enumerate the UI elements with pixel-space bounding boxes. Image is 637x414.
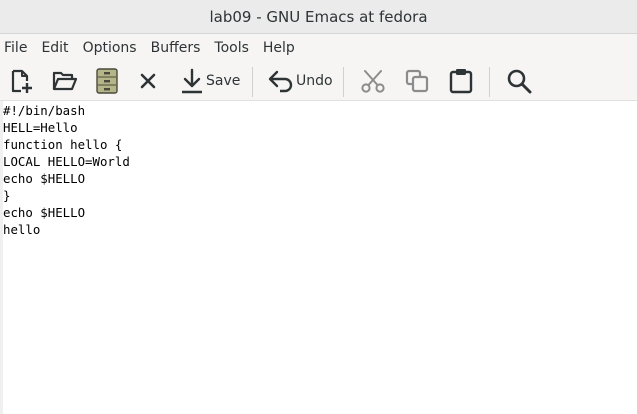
close-buffer-button[interactable]	[140, 62, 156, 100]
undo-label: Undo	[296, 73, 333, 89]
editor-buffer[interactable]: #!/bin/bash HELL=Hello function hello { …	[0, 101, 637, 414]
file-cabinet-icon	[96, 68, 118, 94]
search-icon	[506, 68, 532, 94]
cut-button[interactable]	[360, 62, 386, 100]
code-line: HELL=Hello	[3, 120, 78, 135]
open-folder-button[interactable]	[52, 62, 78, 100]
folder-open-icon	[52, 68, 78, 94]
menu-edit[interactable]: Edit	[41, 40, 75, 56]
code-line: echo $HELLO	[3, 205, 86, 220]
menu-file[interactable]: File	[4, 40, 34, 56]
copy-button[interactable]	[404, 62, 430, 100]
undo-icon	[268, 69, 294, 93]
paste-button[interactable]	[449, 62, 473, 100]
menu-options[interactable]: Options	[83, 40, 144, 56]
code-line: }	[3, 188, 11, 203]
close-icon	[140, 73, 156, 89]
search-button[interactable]	[506, 62, 532, 100]
scissors-icon	[360, 68, 386, 94]
save-label: Save	[206, 73, 241, 89]
code-line: function hello {	[3, 137, 123, 152]
code-line: hello	[3, 222, 41, 237]
clipboard-icon	[449, 68, 473, 94]
copy-icon	[404, 68, 430, 94]
code-line: LOCAL HELLO=World	[3, 154, 130, 169]
code-line: #!/bin/bash	[3, 103, 86, 118]
toolbar-separator	[343, 67, 344, 97]
emacs-window: lab09 - GNU Emacs at fedora File Edit Op…	[0, 0, 637, 414]
code-line: echo $HELLO	[3, 171, 86, 186]
window-title: lab09 - GNU Emacs at fedora	[209, 7, 428, 26]
toolbar-separator	[252, 67, 253, 97]
tool-bar: Save Undo	[0, 62, 637, 101]
title-bar[interactable]: lab09 - GNU Emacs at fedora	[0, 0, 637, 34]
save-button[interactable]: Save	[180, 62, 240, 100]
menu-buffers[interactable]: Buffers	[151, 40, 208, 56]
toolbar-separator	[489, 67, 490, 97]
new-file-icon	[8, 68, 34, 94]
menu-tools[interactable]: Tools	[214, 40, 256, 56]
download-icon	[180, 68, 204, 94]
code-text: #!/bin/bash HELL=Hello function hello { …	[3, 102, 130, 238]
menu-bar: File Edit Options Buffers Tools Help	[0, 34, 637, 62]
new-file-button[interactable]	[8, 62, 34, 100]
undo-button[interactable]: Undo	[268, 62, 333, 100]
dired-button[interactable]	[96, 62, 118, 100]
menu-help[interactable]: Help	[263, 40, 302, 56]
